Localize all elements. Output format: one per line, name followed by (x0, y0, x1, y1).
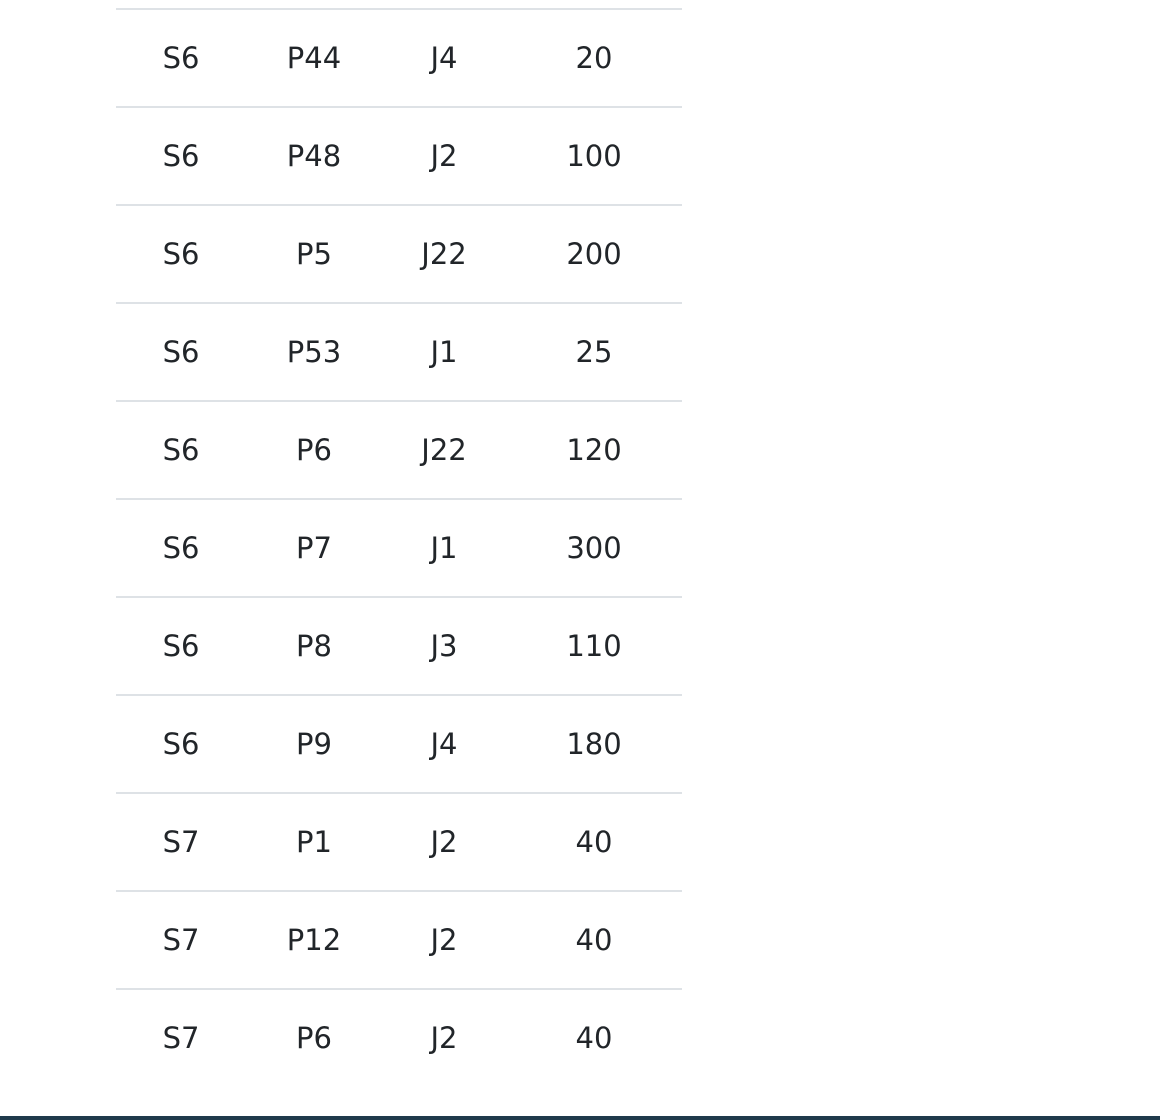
table-row: S6 P8 J3 110 (116, 596, 682, 695)
table-cell: P44 (246, 8, 382, 107)
table-cell: 120 (506, 400, 682, 499)
table-cell: P48 (246, 106, 382, 205)
table-row: S6 P53 J1 25 (116, 302, 682, 401)
table-cell: S6 (116, 8, 246, 107)
page: S6 P44 J4 20 S6 P48 J2 100 S6 P5 J22 200… (0, 0, 1160, 1120)
table-cell: J1 (382, 498, 506, 597)
table-row: S6 P6 J22 120 (116, 400, 682, 499)
table-cell: S7 (116, 988, 246, 1087)
table-row: S6 P5 J22 200 (116, 204, 682, 303)
table-cell: 40 (506, 792, 682, 891)
table-cell: P5 (246, 204, 382, 303)
table-cell: P8 (246, 596, 382, 695)
table-cell: 25 (506, 302, 682, 401)
table-cell: 40 (506, 890, 682, 989)
table-cell: P6 (246, 988, 382, 1087)
footer-bar (0, 1116, 1160, 1120)
table-body: S6 P44 J4 20 S6 P48 J2 100 S6 P5 J22 200… (116, 8, 682, 1087)
table-cell: P6 (246, 400, 382, 499)
table-cell: J4 (382, 8, 506, 107)
table-cell: P9 (246, 694, 382, 793)
table-cell: 300 (506, 498, 682, 597)
table-cell: J22 (382, 204, 506, 303)
table-cell: P53 (246, 302, 382, 401)
table-cell: J2 (382, 106, 506, 205)
table-cell: S6 (116, 106, 246, 205)
data-table: S6 P44 J4 20 S6 P48 J2 100 S6 P5 J22 200… (116, 8, 682, 1087)
table-row: S7 P6 J2 40 (116, 988, 682, 1087)
table-row: S7 P12 J2 40 (116, 890, 682, 989)
table-cell: J2 (382, 890, 506, 989)
table-cell: S6 (116, 400, 246, 499)
table-cell: P12 (246, 890, 382, 989)
table-cell: J4 (382, 694, 506, 793)
table-cell: P7 (246, 498, 382, 597)
table-cell: 20 (506, 8, 682, 107)
table-cell: S7 (116, 792, 246, 891)
table-cell: S6 (116, 596, 246, 695)
table-cell: P1 (246, 792, 382, 891)
table-row: S6 P9 J4 180 (116, 694, 682, 793)
table-cell: J2 (382, 792, 506, 891)
table-cell: 100 (506, 106, 682, 205)
table-cell: 180 (506, 694, 682, 793)
table-cell: J1 (382, 302, 506, 401)
table-row: S6 P7 J1 300 (116, 498, 682, 597)
table-cell: S6 (116, 204, 246, 303)
table-cell: 110 (506, 596, 682, 695)
table-row: S7 P1 J2 40 (116, 792, 682, 891)
table-cell: S6 (116, 694, 246, 793)
table-cell: S6 (116, 302, 246, 401)
table-cell: 200 (506, 204, 682, 303)
table-row: S6 P44 J4 20 (116, 8, 682, 107)
table-cell: S6 (116, 498, 246, 597)
table-row: S6 P48 J2 100 (116, 106, 682, 205)
table-cell: J2 (382, 988, 506, 1087)
table-cell: S7 (116, 890, 246, 989)
table-cell: 40 (506, 988, 682, 1087)
table-cell: J3 (382, 596, 506, 695)
table-cell: J22 (382, 400, 506, 499)
